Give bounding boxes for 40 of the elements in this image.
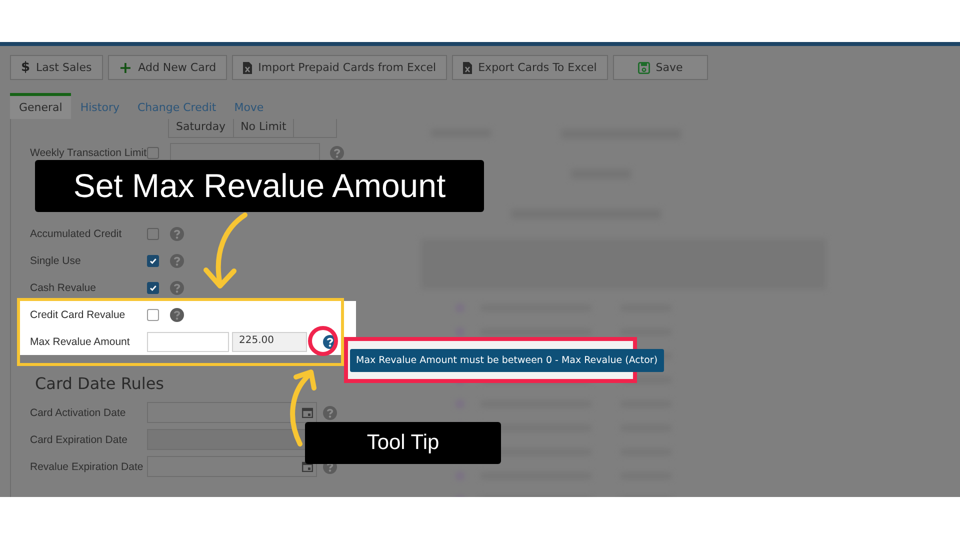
toolbar-button[interactable]: + Add New Card <box>108 55 228 80</box>
field-label: Single Use <box>30 254 82 266</box>
field-label: Revalue Expiration Date <box>30 460 144 472</box>
callout-label: Set Max Revalue Amount <box>35 160 484 212</box>
save-icon <box>638 62 650 74</box>
date-field[interactable] <box>147 456 317 477</box>
section-heading: Card Date Rules <box>35 374 166 393</box>
tab[interactable]: History <box>71 93 128 119</box>
toolbar-button[interactable]: Save <box>612 55 708 80</box>
highlight-ring <box>308 326 338 356</box>
field-label: Card Expiration Date <box>30 434 128 446</box>
file-icon <box>463 62 472 74</box>
checkbox[interactable] <box>147 254 159 266</box>
field-label: Credit Card Revalue <box>30 308 126 320</box>
table-cell: Saturday <box>169 119 234 137</box>
tab[interactable]: Move <box>225 93 273 119</box>
date-field[interactable] <box>147 402 317 423</box>
toolbar-button[interactable]: Import Prepaid Cards from Excel <box>232 55 448 80</box>
help-icon[interactable] <box>170 308 184 322</box>
tooltip: Max Revalue Amount must be between 0 - Max Revalue (Actor) <box>350 348 664 372</box>
field-label: Accumulated Credit <box>30 228 123 240</box>
field-label: Max Revalue Amount <box>30 336 131 348</box>
field-label: Weekly Transaction Limit <box>30 146 147 158</box>
table-cell: No Limit <box>234 119 294 137</box>
checkbox[interactable] <box>147 308 159 320</box>
calendar-icon[interactable] <box>302 407 313 418</box>
file-icon <box>243 62 252 74</box>
checkbox[interactable] <box>147 228 159 240</box>
tab[interactable]: Change Credit <box>128 93 226 119</box>
field-label: Cash Revalue <box>30 282 97 294</box>
input-field[interactable]: 225.00 <box>232 332 307 352</box>
field-label: Card Activation Date <box>30 406 127 418</box>
checkbox[interactable] <box>147 146 159 158</box>
checkmark-icon <box>148 256 158 266</box>
callout-tooltip: Tool Tip <box>305 422 501 464</box>
toolbar-button[interactable]: $ Last Sales <box>10 55 103 80</box>
tab[interactable]: General <box>10 93 72 119</box>
checkmark-icon <box>148 282 158 292</box>
toolbar-button[interactable]: Export Cards To Excel <box>452 55 608 80</box>
checkbox[interactable] <box>147 282 159 294</box>
